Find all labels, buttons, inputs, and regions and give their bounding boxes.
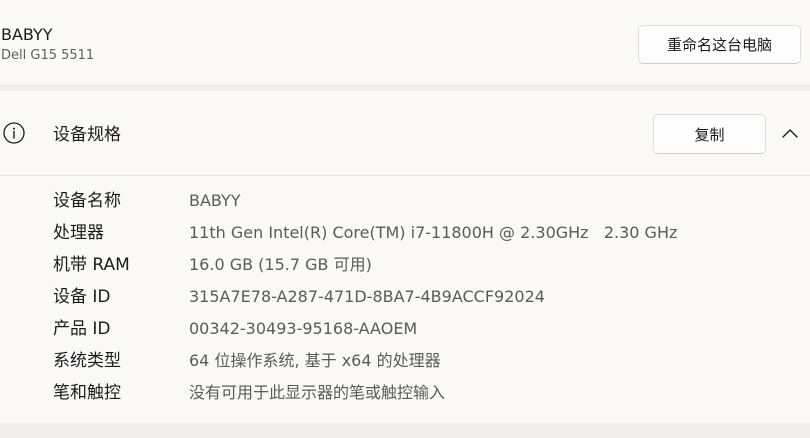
spec-row-ram: 机带 RAM 16.0 GB (15.7 GB 可用) [0, 250, 810, 282]
spec-value: 315A7E78-A287-471D-8BA7-4B9ACCF92024 [189, 287, 545, 306]
device-specifications-card: 设备规格 复制 设备名称 BABYY 处理器 11th Gen Intel(R)… [0, 91, 810, 423]
spec-row-system-type: 系统类型 64 位操作系统, 基于 x64 的处理器 [0, 346, 810, 378]
spec-row-device-id: 设备 ID 315A7E78-A287-471D-8BA7-4B9ACCF920… [0, 282, 810, 314]
spec-row-device-name: 设备名称 BABYY [0, 186, 810, 218]
spec-row-product-id: 产品 ID 00342-30493-95168-AAOEM [0, 314, 810, 346]
spec-value: 没有可用于此显示器的笔或触控输入 [189, 383, 446, 402]
device-model: Dell G15 5511 [1, 48, 95, 63]
spec-value: 00342-30493-95168-AAOEM [189, 319, 418, 338]
section-title: 设备规格 [53, 125, 121, 145]
spec-value: 11th Gen Intel(R) Core(TM) i7-11800H @ 2… [189, 223, 678, 242]
spec-row-processor: 处理器 11th Gen Intel(R) Core(TM) i7-11800H… [0, 218, 810, 250]
spec-label: 笔和触控 [53, 383, 121, 403]
rename-pc-button[interactable]: 重命名这台电脑 [638, 25, 801, 64]
spec-value: BABYY [189, 191, 241, 210]
device-name-card: BABYY Dell G15 5511 重命名这台电脑 [0, 0, 810, 86]
section-divider [0, 423, 810, 438]
spec-label: 设备名称 [53, 191, 121, 211]
spec-label: 产品 ID [53, 319, 111, 339]
device-specifications-header[interactable]: 设备规格 复制 [0, 91, 810, 176]
spec-list: 设备名称 BABYY 处理器 11th Gen Intel(R) Core(TM… [0, 186, 810, 410]
spec-label: 设备 ID [53, 287, 111, 307]
info-icon [3, 122, 25, 144]
spec-value: 16.0 GB (15.7 GB 可用) [189, 255, 372, 274]
spec-row-pen-touch: 笔和触控 没有可用于此显示器的笔或触控输入 [0, 378, 810, 410]
chevron-up-icon[interactable] [781, 126, 799, 140]
spec-label: 系统类型 [53, 351, 121, 371]
spec-label: 处理器 [53, 223, 104, 243]
copy-button[interactable]: 复制 [653, 114, 766, 154]
spec-label: 机带 RAM [53, 255, 130, 275]
spec-value: 64 位操作系统, 基于 x64 的处理器 [189, 351, 441, 370]
device-name: BABYY [1, 25, 53, 44]
